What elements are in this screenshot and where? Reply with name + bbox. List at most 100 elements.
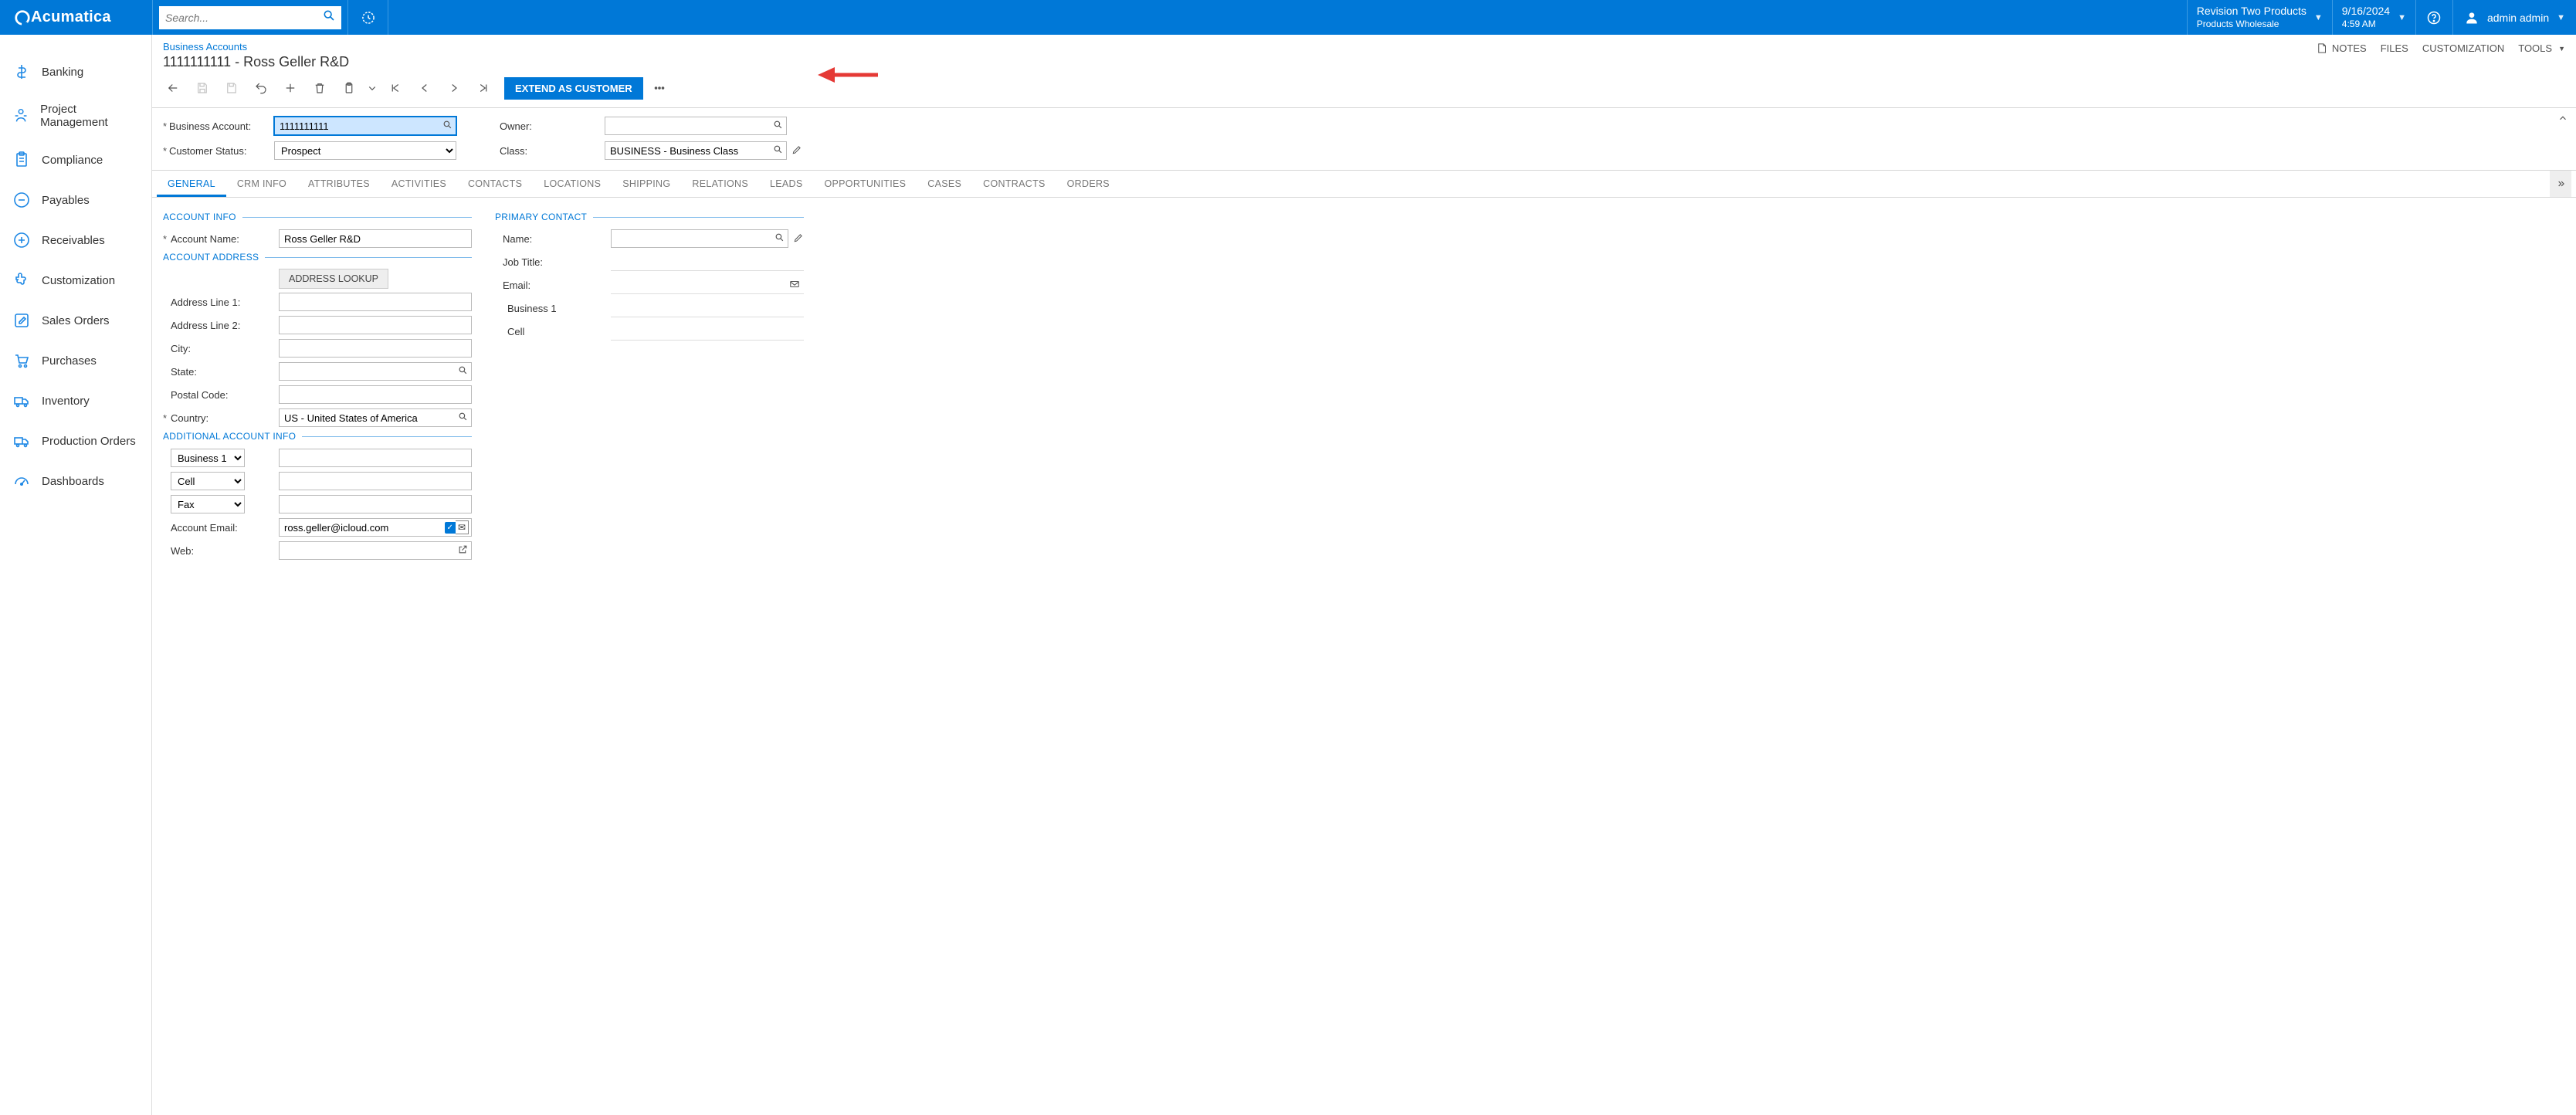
state-input[interactable] bbox=[279, 362, 472, 381]
sidebar-item-compliance[interactable]: Compliance bbox=[0, 140, 151, 180]
lookup-icon[interactable] bbox=[774, 232, 785, 245]
sidebar-item-payables[interactable]: Payables bbox=[0, 180, 151, 220]
lookup-icon[interactable] bbox=[773, 144, 783, 157]
first-record-button[interactable] bbox=[382, 76, 408, 100]
external-link-icon[interactable] bbox=[458, 544, 468, 557]
owner-input[interactable] bbox=[605, 117, 787, 135]
tab-contacts[interactable]: CONTACTS bbox=[457, 171, 533, 197]
tools-button[interactable]: TOOLS▼ bbox=[2518, 42, 2565, 54]
form-summary: * Business Account: * Customer Status: bbox=[152, 108, 2576, 171]
addr1-input[interactable] bbox=[279, 293, 472, 311]
tab-activities[interactable]: ACTIVITIES bbox=[381, 171, 457, 197]
section-primary-contact: PRIMARY CONTACT bbox=[495, 212, 587, 222]
account-email-input[interactable] bbox=[279, 518, 472, 537]
save-button[interactable] bbox=[189, 76, 215, 100]
tab-crm-info[interactable]: CRM INFO bbox=[226, 171, 297, 197]
tab-cases[interactable]: CASES bbox=[917, 171, 972, 197]
address-lookup-button[interactable]: ADDRESS LOOKUP bbox=[279, 269, 388, 289]
addr2-input[interactable] bbox=[279, 316, 472, 334]
collapse-summary-button[interactable] bbox=[2557, 113, 2568, 126]
extend-as-customer-button[interactable]: EXTEND AS CUSTOMER bbox=[504, 77, 643, 100]
search-box[interactable] bbox=[159, 6, 341, 29]
phone1-input[interactable] bbox=[279, 449, 472, 467]
email-validated-icon[interactable]: ✓✉ bbox=[445, 520, 469, 534]
phone2-type-select[interactable]: Cell bbox=[171, 472, 245, 490]
tab-attributes[interactable]: ATTRIBUTES bbox=[297, 171, 381, 197]
lookup-icon[interactable] bbox=[773, 120, 783, 132]
clipboard-dropdown[interactable] bbox=[365, 76, 379, 100]
sidebar-item-inventory[interactable]: Inventory bbox=[0, 381, 151, 421]
web-input[interactable] bbox=[279, 541, 472, 560]
back-button[interactable] bbox=[160, 76, 186, 100]
minus-circle-icon bbox=[12, 191, 31, 209]
user-menu[interactable]: admin admin ▼ bbox=[2452, 0, 2576, 35]
tab-opportunities[interactable]: OPPORTUNITIES bbox=[814, 171, 917, 197]
pc-job-input[interactable] bbox=[611, 252, 804, 271]
pc-cell-input[interactable] bbox=[611, 322, 804, 341]
search-icon[interactable] bbox=[323, 9, 335, 25]
breadcrumb[interactable]: Business Accounts bbox=[163, 41, 2316, 53]
undo-button[interactable] bbox=[248, 76, 274, 100]
phone3-type-select[interactable]: Fax bbox=[171, 495, 245, 513]
sidebar-item-production-orders[interactable]: Production Orders bbox=[0, 421, 151, 461]
sidebar-item-banking[interactable]: Banking bbox=[0, 52, 151, 92]
more-actions-button[interactable] bbox=[646, 76, 673, 100]
account-name-input[interactable] bbox=[279, 229, 472, 248]
tab-shipping[interactable]: SHIPPING bbox=[612, 171, 681, 197]
next-record-button[interactable] bbox=[441, 76, 467, 100]
brand-logo[interactable]: Acumatica bbox=[0, 0, 152, 35]
customer-status-select[interactable]: Prospect bbox=[274, 141, 456, 160]
city-input[interactable] bbox=[279, 339, 472, 358]
sidebar-item-customization[interactable]: Customization bbox=[0, 260, 151, 300]
tab-relations[interactable]: RELATIONS bbox=[681, 171, 759, 197]
customization-button[interactable]: CUSTOMIZATION bbox=[2422, 42, 2504, 54]
business-date[interactable]: 9/16/2024 4:59 AM ▼ bbox=[2332, 0, 2415, 35]
pc-biz1-input[interactable] bbox=[611, 299, 804, 317]
sidebar-item-receivables[interactable]: Receivables bbox=[0, 220, 151, 260]
sidebar-item-sales-orders[interactable]: Sales Orders bbox=[0, 300, 151, 341]
lookup-icon[interactable] bbox=[442, 120, 452, 132]
pc-name-input[interactable] bbox=[611, 229, 788, 248]
tab-locations[interactable]: LOCATIONS bbox=[533, 171, 612, 197]
page-title: 1111111111 - Ross Geller R&D bbox=[163, 53, 2316, 70]
sidebar-item-label: Project Management bbox=[40, 103, 139, 129]
section-account-address: ACCOUNT ADDRESS bbox=[163, 252, 259, 263]
business-account-input[interactable] bbox=[274, 117, 456, 135]
prev-record-button[interactable] bbox=[412, 76, 438, 100]
help-button[interactable] bbox=[2415, 0, 2452, 35]
search-input[interactable] bbox=[165, 12, 323, 24]
clipboard-button[interactable] bbox=[336, 76, 362, 100]
pencil-icon[interactable] bbox=[793, 232, 804, 246]
tenant-selector[interactable]: Revision Two Products Products Wholesale… bbox=[2187, 0, 2332, 35]
country-input[interactable] bbox=[279, 408, 472, 427]
files-button[interactable]: FILES bbox=[2381, 42, 2408, 54]
tabs-overflow-button[interactable] bbox=[2550, 171, 2571, 197]
sidebar-item-purchases[interactable]: Purchases bbox=[0, 341, 151, 381]
add-button[interactable] bbox=[277, 76, 303, 100]
postal-input[interactable] bbox=[279, 385, 472, 404]
pc-email-input[interactable] bbox=[611, 276, 804, 294]
phone3-input[interactable] bbox=[279, 495, 472, 513]
notes-button[interactable]: NOTES bbox=[2316, 42, 2367, 54]
phone2-input[interactable] bbox=[279, 472, 472, 490]
pencil-icon[interactable] bbox=[791, 144, 802, 158]
phone1-type-select[interactable]: Business 1 bbox=[171, 449, 245, 467]
save-close-button[interactable] bbox=[219, 76, 245, 100]
last-record-button[interactable] bbox=[470, 76, 497, 100]
tab-contracts[interactable]: CONTRACTS bbox=[972, 171, 1056, 197]
delete-button[interactable] bbox=[307, 76, 333, 100]
sidebar-item-project-management[interactable]: Project Management bbox=[0, 92, 151, 140]
recent-button[interactable] bbox=[348, 0, 388, 35]
sidebar-item-label: Compliance bbox=[42, 154, 103, 167]
pc-email-label: Email: bbox=[503, 280, 611, 291]
cart-icon bbox=[12, 351, 31, 370]
tab-orders[interactable]: ORDERS bbox=[1056, 171, 1120, 197]
mail-icon[interactable] bbox=[789, 279, 800, 292]
tab-general[interactable]: GENERAL bbox=[157, 171, 226, 197]
sidebar-item-label: Purchases bbox=[42, 354, 97, 368]
sidebar-item-dashboards[interactable]: Dashboards bbox=[0, 461, 151, 501]
lookup-icon[interactable] bbox=[458, 412, 468, 424]
tab-leads[interactable]: LEADS bbox=[759, 171, 814, 197]
lookup-icon[interactable] bbox=[458, 365, 468, 378]
class-input[interactable] bbox=[605, 141, 787, 160]
